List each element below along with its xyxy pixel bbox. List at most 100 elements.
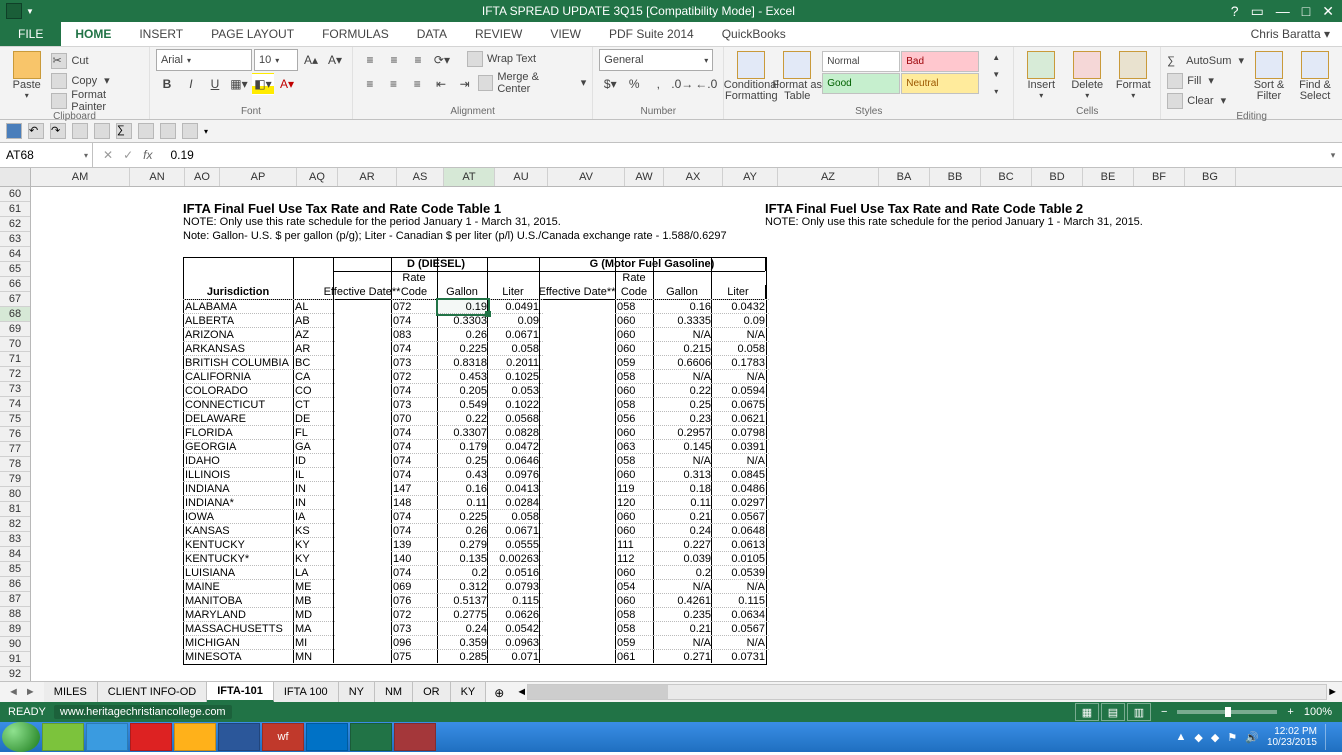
jurisdiction[interactable]: CALIFORNIA — [183, 369, 295, 384]
gas-liter[interactable]: 0.0594 — [711, 383, 769, 398]
col-header-BB[interactable]: BB — [930, 168, 981, 186]
sheet-tab-ifta-101[interactable]: IFTA-101 — [207, 682, 274, 702]
jurisdiction[interactable]: IDAHO — [183, 453, 295, 468]
gas-gallon[interactable]: 0.18 — [653, 481, 715, 496]
gas-rate[interactable]: 060 — [615, 509, 655, 524]
gas-gallon[interactable]: N/A — [653, 635, 715, 650]
diesel-liter[interactable]: 0.00263 — [487, 551, 543, 566]
gas-liter[interactable]: 0.0567 — [711, 509, 769, 524]
fx-icon[interactable]: fx — [143, 148, 152, 162]
diesel-liter[interactable]: 0.0828 — [487, 425, 543, 440]
zoom-out-button[interactable]: − — [1161, 706, 1167, 718]
gas-liter[interactable]: 0.0486 — [711, 481, 769, 496]
gas-gallon[interactable]: N/A — [653, 327, 715, 342]
row-header-89[interactable]: 89 — [0, 622, 30, 637]
gas-rate[interactable]: 111 — [615, 537, 655, 552]
state-code[interactable]: MN — [293, 649, 335, 664]
col-header-AR[interactable]: AR — [338, 168, 397, 186]
row-header-76[interactable]: 76 — [0, 427, 30, 442]
taskbar-ie[interactable] — [86, 723, 128, 751]
row-header-63[interactable]: 63 — [0, 232, 30, 247]
maximize-icon[interactable]: □ — [1302, 3, 1310, 19]
style-normal[interactable]: Normal — [822, 51, 900, 72]
col-header-BA[interactable]: BA — [879, 168, 930, 186]
row-header-88[interactable]: 88 — [0, 607, 30, 622]
tab-home[interactable]: HOME — [61, 22, 125, 46]
tray-icon-2[interactable]: ◆ — [1211, 731, 1219, 744]
jurisdiction[interactable]: BRITISH COLUMBIA — [183, 355, 295, 370]
state-code[interactable]: AZ — [293, 327, 335, 342]
diesel-rate[interactable]: 074 — [391, 383, 439, 398]
gas-liter[interactable]: N/A — [711, 579, 769, 594]
autosum-button[interactable]: ∑ AutoSum ▾ — [1167, 51, 1244, 70]
jurisdiction[interactable]: ARKANSAS — [183, 341, 295, 356]
diesel-liter[interactable]: 0.115 — [487, 593, 543, 608]
start-button[interactable] — [2, 722, 40, 752]
tab-insert[interactable]: INSERT — [125, 22, 197, 46]
ribbon-toggle-icon[interactable]: ▭ — [1251, 3, 1264, 20]
row-header-71[interactable]: 71 — [0, 352, 30, 367]
gas-gallon[interactable]: 0.145 — [653, 439, 715, 454]
diesel-liter[interactable]: 0.0542 — [487, 621, 543, 636]
gas-rate[interactable]: 112 — [615, 551, 655, 566]
gas-rate[interactable]: 060 — [615, 383, 655, 398]
jurisdiction[interactable]: MARYLAND — [183, 607, 295, 622]
gas-rate[interactable]: 063 — [615, 439, 655, 454]
gas-rate[interactable]: 060 — [615, 327, 655, 342]
align-top-button[interactable]: ≡ — [359, 49, 381, 71]
col-header-AP[interactable]: AP — [220, 168, 297, 186]
diesel-gallon[interactable]: 0.2 — [437, 565, 491, 580]
row-header-78[interactable]: 78 — [0, 457, 30, 472]
diesel-rate[interactable]: 072 — [391, 607, 439, 622]
qat-icon-7[interactable] — [138, 123, 154, 139]
diesel-rate[interactable]: 140 — [391, 551, 439, 566]
gas-liter[interactable]: 0.058 — [711, 341, 769, 356]
col-header-BD[interactable]: BD — [1032, 168, 1083, 186]
taskbar-app-4[interactable] — [174, 723, 216, 751]
sheet-tab-miles[interactable]: MILES — [44, 682, 98, 702]
tab-file[interactable]: FILE — [0, 22, 61, 46]
state-code[interactable]: MB — [293, 593, 335, 608]
qat-icon-9[interactable] — [182, 123, 198, 139]
diesel-rate[interactable]: 074 — [391, 425, 439, 440]
row-header-69[interactable]: 69 — [0, 322, 30, 337]
diesel-liter[interactable]: 0.0568 — [487, 411, 543, 426]
row-header-74[interactable]: 74 — [0, 397, 30, 412]
diesel-liter[interactable]: 0.0472 — [487, 439, 543, 454]
insert-cells-button[interactable]: Insert▾ — [1020, 49, 1062, 100]
taskbar-outlook[interactable] — [306, 723, 348, 751]
state-code[interactable]: IL — [293, 467, 335, 482]
gas-liter[interactable]: N/A — [711, 327, 769, 342]
diesel-gallon[interactable]: 0.279 — [437, 537, 491, 552]
clear-button[interactable]: Clear ▾ — [1167, 91, 1244, 110]
diesel-gallon[interactable]: 0.205 — [437, 383, 491, 398]
font-color-button[interactable]: A▾ — [276, 73, 298, 95]
gas-rate[interactable]: 060 — [615, 313, 655, 328]
jurisdiction[interactable]: ARIZONA — [183, 327, 295, 342]
row-header-64[interactable]: 64 — [0, 247, 30, 262]
diesel-liter[interactable]: 0.0555 — [487, 537, 543, 552]
wrap-text-button[interactable]: Wrap Text — [467, 49, 536, 68]
gas-gallon[interactable]: 0.227 — [653, 537, 715, 552]
shrink-font-button[interactable]: A▾ — [324, 49, 346, 71]
expand-formula-icon[interactable]: ▾ — [1324, 143, 1342, 167]
undo-icon[interactable]: ↶ — [28, 123, 44, 139]
taskbar-access[interactable] — [394, 723, 436, 751]
gas-gallon[interactable]: 0.2 — [653, 565, 715, 580]
gas-rate[interactable]: 119 — [615, 481, 655, 496]
close-icon[interactable]: ✕ — [1322, 3, 1334, 20]
format-painter-button[interactable]: Format Painter — [51, 91, 143, 110]
tab-formulas[interactable]: FORMULAS — [308, 22, 403, 46]
diesel-gallon[interactable]: 0.453 — [437, 369, 491, 384]
gas-gallon[interactable]: N/A — [653, 579, 715, 594]
diesel-liter[interactable]: 0.0671 — [487, 523, 543, 538]
state-code[interactable]: CT — [293, 397, 335, 412]
orientation-button[interactable]: ⟳▾ — [431, 49, 453, 71]
style-neutral[interactable]: Neutral — [901, 73, 979, 94]
gas-rate[interactable]: 054 — [615, 579, 655, 594]
gas-liter[interactable]: 0.0391 — [711, 439, 769, 454]
percent-button[interactable]: % — [623, 73, 645, 95]
state-code[interactable]: MI — [293, 635, 335, 650]
gas-liter[interactable]: 0.0297 — [711, 495, 769, 510]
cells-area[interactable]: IFTA Final Fuel Use Tax Rate and Rate Co… — [31, 187, 1342, 681]
